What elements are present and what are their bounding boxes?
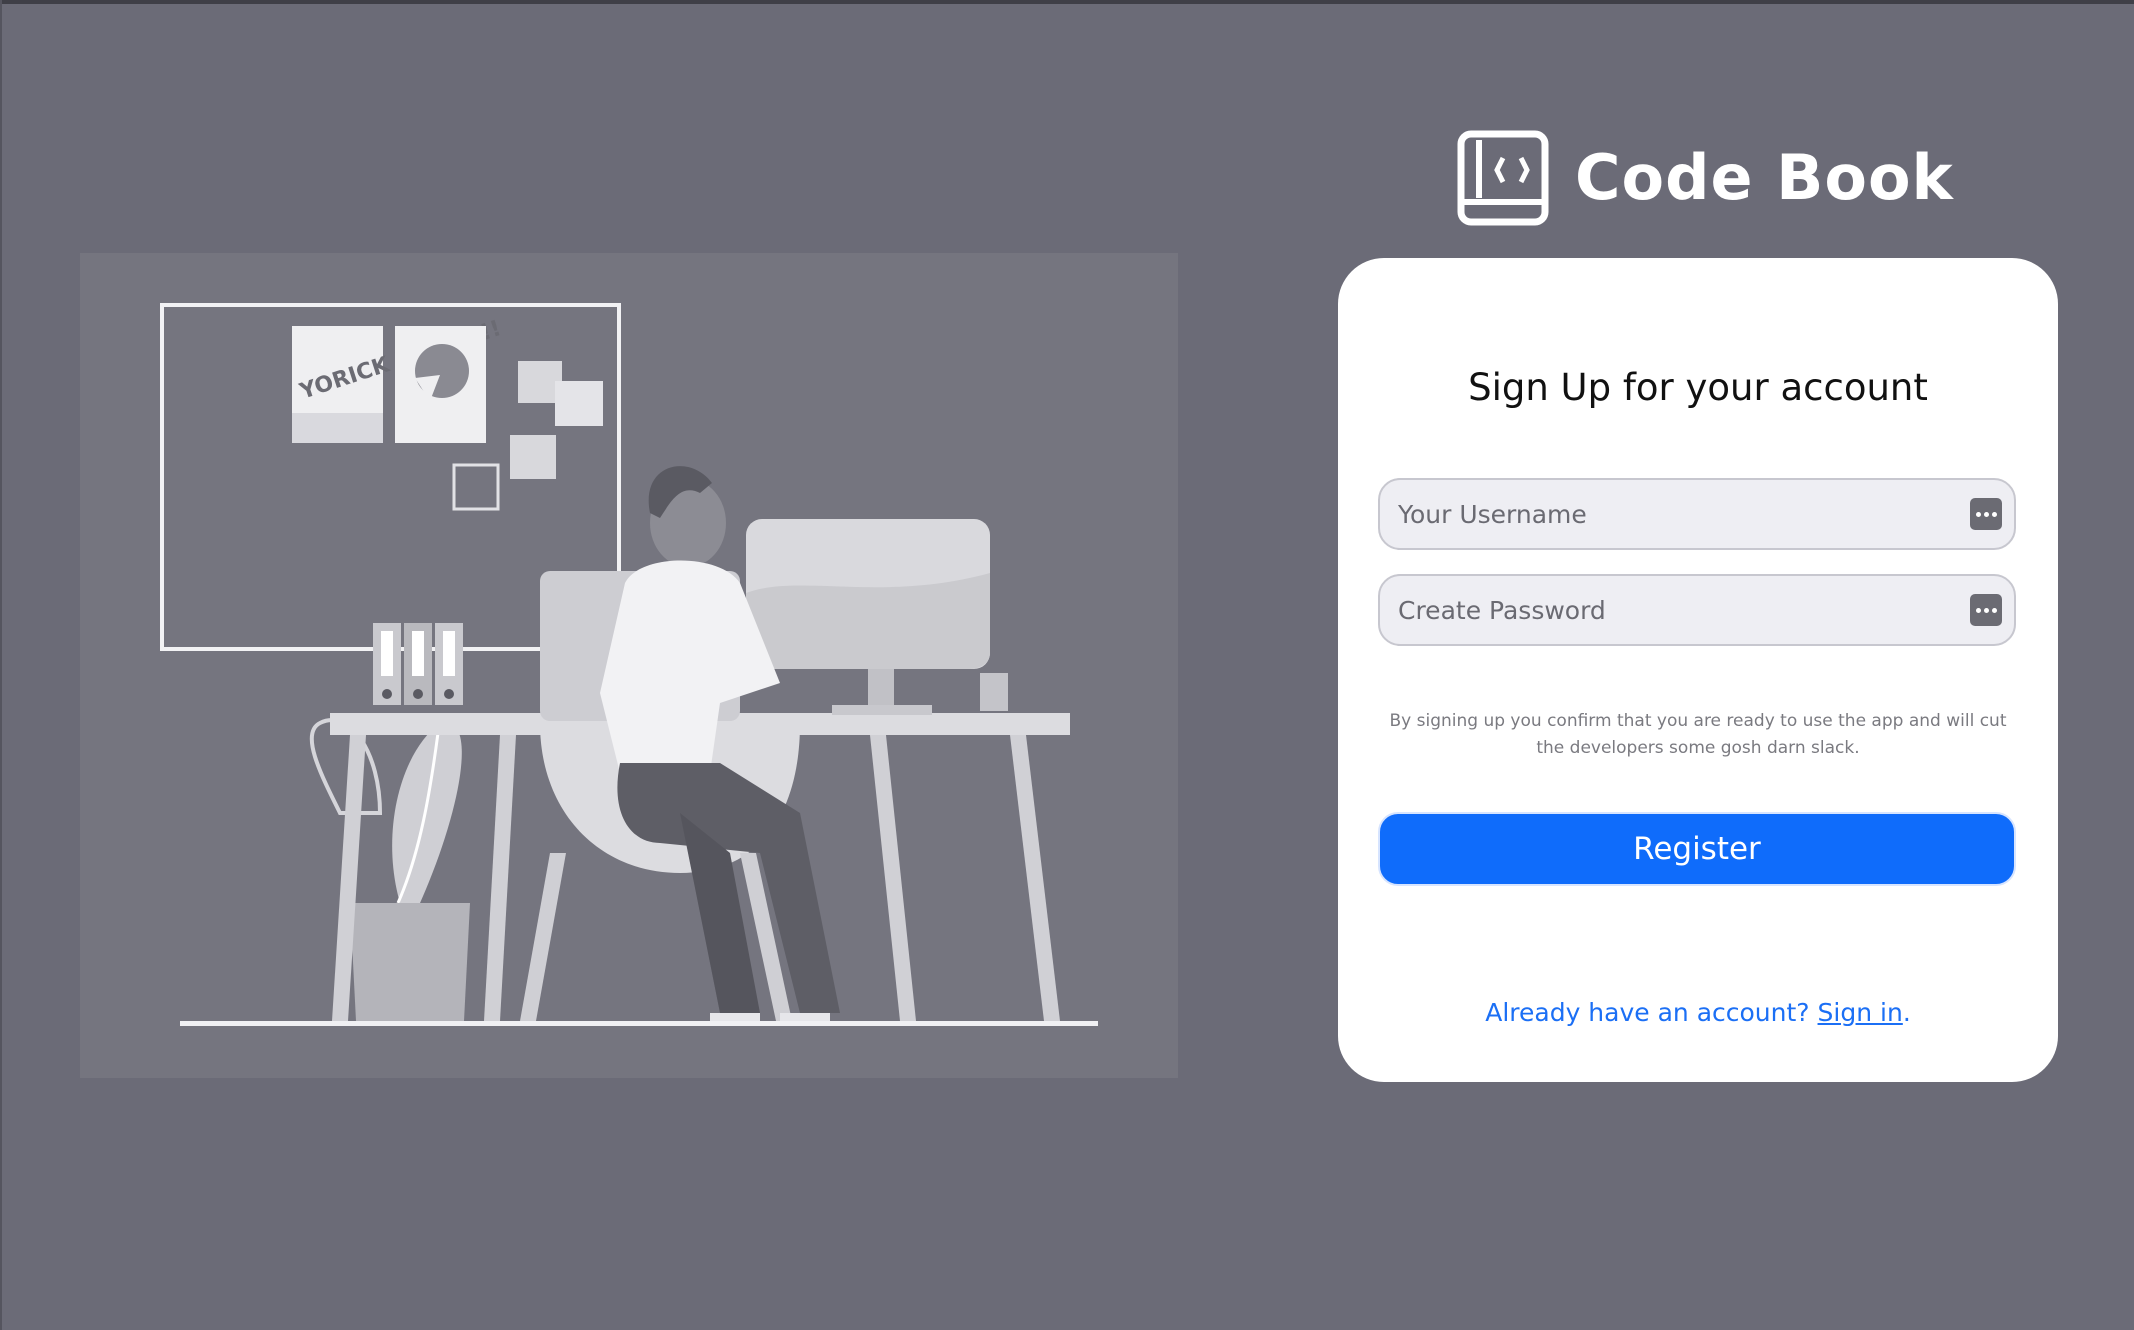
office-illustration: YORICK RULEZ!!! — [80, 253, 1178, 1078]
window-top-border — [0, 0, 2134, 4]
signin-prompt: Already have an account? — [1485, 998, 1810, 1027]
username-input[interactable] — [1380, 480, 1940, 548]
signup-title: Sign Up for your account — [1468, 366, 1928, 409]
signin-prompt-row: Already have an account? Sign in. — [1338, 998, 2058, 1027]
office-illustration-graphic: YORICK RULEZ!!! — [160, 303, 1098, 1026]
password-input[interactable] — [1380, 576, 1940, 644]
signin-link[interactable]: Sign in — [1818, 998, 1903, 1027]
password-manager-icon[interactable] — [1970, 594, 2002, 626]
code-book-icon — [1457, 130, 1549, 226]
password-manager-icon[interactable] — [1970, 498, 2002, 530]
signup-card: Sign Up for your account By signing up y… — [1338, 258, 2058, 1082]
password-field — [1378, 574, 2016, 646]
window-left-border — [0, 0, 2, 1330]
register-button[interactable]: Register — [1378, 812, 2016, 886]
signup-disclaimer: By signing up you confirm that you are r… — [1389, 711, 2007, 758]
app-name: Code Book — [1575, 141, 1954, 214]
username-field — [1378, 478, 2016, 550]
signin-suffix: . — [1902, 998, 1911, 1027]
app-logo: Code Book — [1457, 130, 1954, 226]
